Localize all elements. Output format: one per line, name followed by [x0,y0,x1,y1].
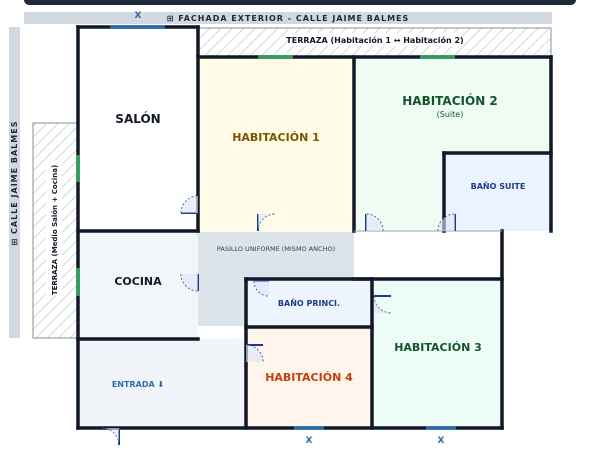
label-hab1: HABITACIÓN 1 [232,131,320,144]
window-mark: X [438,436,445,446]
top-banner [24,0,576,5]
floor-plan: ⊞ FACHADA EXTERIOR - CALLE JAIME BALMES … [9,0,576,446]
room-salon [78,27,198,231]
label-hab3: HABITACIÓN 3 [394,341,482,354]
room-hab1 [199,57,354,231]
label-pasillo: PASILLO UNIFORME (MISMO ANCHO) [217,245,335,253]
street-side-label: ⊞ CALLE JAIME BALMES [10,121,19,246]
label-bano-princ: BAÑO PRINCI. [278,298,340,308]
label-hab2: HABITACIÓN 2 [402,93,498,108]
label-hab4: HABITACIÓN 4 [265,371,353,384]
window-mark: X [135,11,142,21]
label-cocina: COCINA [114,275,162,288]
street-top-label: ⊞ FACHADA EXTERIOR - CALLE JAIME BALMES [167,14,410,23]
label-hab2-sub: (Suite) [437,110,464,119]
door-entrada [101,427,120,446]
terrace-left-label: TERRAZA (Medio Salón + Cocina) [51,165,59,295]
label-bano-suite: BAÑO SUITE [471,181,526,191]
room-bano-suite [444,153,551,231]
terrace-top-label: TERRAZA (Habitación 1 ↔ Habitación 2) [286,35,463,45]
window-mark: X [306,436,313,446]
label-entrada: ENTRADA ⬇ [112,380,164,389]
label-salon: SALÓN [115,111,160,126]
